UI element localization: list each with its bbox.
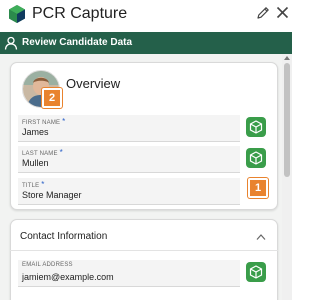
scroll-thumb[interactable] (284, 63, 290, 177)
field-label: EMAIL ADDRESS (22, 262, 73, 268)
chevron-up-icon[interactable] (256, 233, 266, 241)
field-label: FIRST NAME (22, 120, 61, 126)
cube-icon (249, 265, 263, 279)
cube-icon (249, 151, 263, 165)
last-name-value: Mullen (22, 158, 49, 168)
pcr-capture-panel: PCR Capture Review Candidate Data 2 Over… (0, 0, 292, 300)
title-field[interactable]: TITLE * Store Manager (18, 178, 240, 205)
app-title: PCR Capture (32, 5, 128, 22)
cube-icon (249, 120, 263, 134)
email-value: jamiem@example.com (22, 272, 114, 282)
title-value: Store Manager (22, 190, 82, 200)
field-label: LAST NAME (22, 151, 58, 157)
required-star: * (62, 117, 66, 126)
cube-logo-icon (9, 5, 25, 23)
scroll-up-arrow-icon[interactable] (284, 56, 290, 60)
first-name-value: James (22, 127, 49, 137)
close-icon[interactable] (276, 6, 289, 19)
required-star: * (41, 180, 45, 189)
email-field[interactable]: EMAIL ADDRESS jamiem@example.com (18, 260, 240, 287)
field-label: TITLE (22, 183, 40, 189)
review-banner-title: Review Candidate Data (22, 37, 133, 48)
email-action-button[interactable] (246, 262, 266, 282)
contact-section-title[interactable]: Contact Information (20, 231, 107, 242)
title-count-badge[interactable]: 1 (248, 178, 268, 198)
first-name-action-button[interactable] (246, 117, 266, 137)
required-star: * (59, 148, 63, 157)
user-icon (4, 36, 18, 50)
last-name-action-button[interactable] (246, 148, 266, 168)
first-name-field[interactable]: FIRST NAME * James (18, 115, 240, 142)
divider (10, 250, 278, 251)
pencil-icon[interactable] (255, 5, 271, 21)
last-name-field[interactable]: LAST NAME * Mullen (18, 146, 240, 173)
avatar-count-badge: 2 (42, 88, 62, 108)
overview-title: Overview (66, 76, 121, 91)
